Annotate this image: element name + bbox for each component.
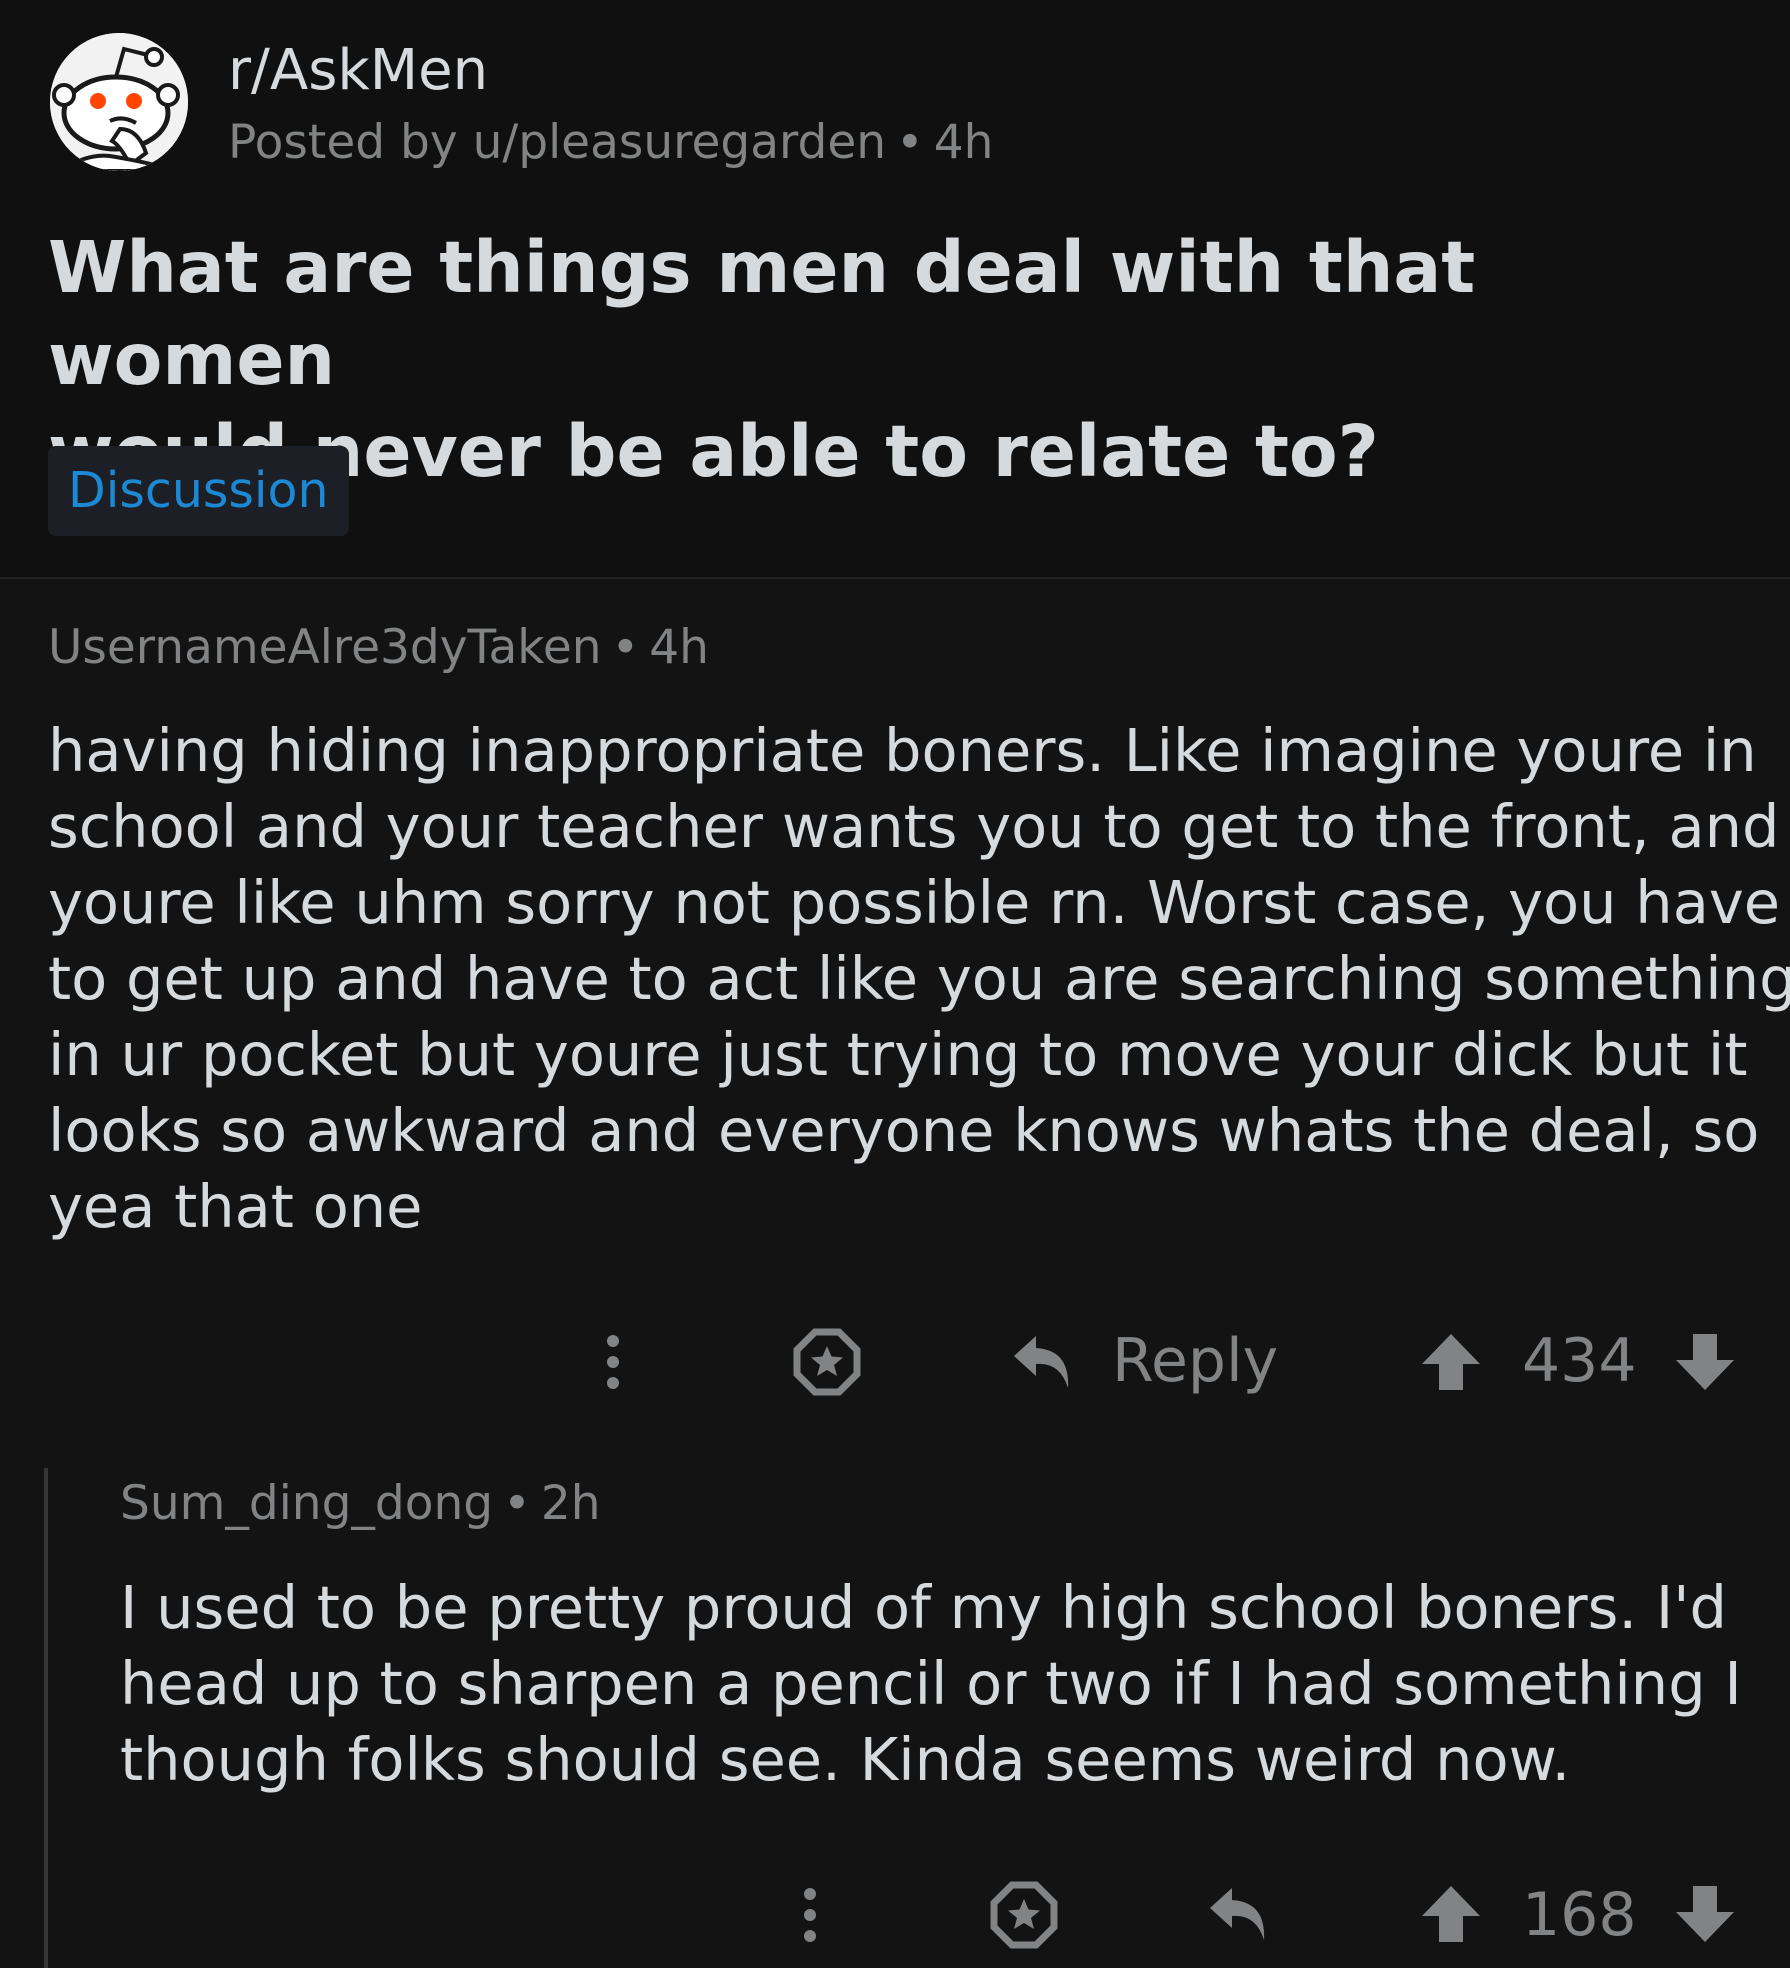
downvote-arrow-icon[interactable] bbox=[1674, 1332, 1736, 1392]
thread-collapse-line[interactable] bbox=[44, 1468, 48, 1968]
upvote-arrow-icon[interactable] bbox=[1420, 1884, 1482, 1944]
more-options-icon[interactable] bbox=[797, 1886, 823, 1944]
meta-separator: • bbox=[611, 620, 640, 675]
subreddit-name[interactable]: r/AskMen bbox=[228, 36, 488, 106]
post-flair[interactable]: Discussion bbox=[48, 446, 349, 536]
vote-count: 434 bbox=[1522, 1326, 1637, 1396]
comment-meta: Sum_ding_dong • 2h bbox=[120, 1474, 601, 1534]
comment-body: having hiding inappropriate boners. Like… bbox=[48, 713, 1790, 1245]
comment-line: looks so awkward and everyone knows what… bbox=[48, 1096, 1760, 1165]
comment-body: I used to be pretty proud of my high sch… bbox=[120, 1570, 1742, 1798]
meta-separator: • bbox=[503, 1476, 531, 1531]
comment-age: 4h bbox=[649, 620, 709, 675]
comment-line: in ur pocket but youre just trying to mo… bbox=[48, 1020, 1748, 1089]
reddit-snoo-avatar-icon bbox=[50, 33, 188, 171]
reply-arrow-icon[interactable] bbox=[1206, 1884, 1270, 1946]
downvote-arrow-icon[interactable] bbox=[1674, 1884, 1736, 1944]
comment-age: 2h bbox=[540, 1476, 601, 1531]
more-options-icon[interactable] bbox=[600, 1333, 626, 1391]
vote-count: 168 bbox=[1522, 1880, 1637, 1950]
meta-separator: • bbox=[896, 115, 924, 170]
upvote-arrow-icon[interactable] bbox=[1420, 1332, 1482, 1392]
comment-line: to get up and have to act like you are s… bbox=[48, 944, 1790, 1013]
reply-button[interactable]: Reply bbox=[1112, 1326, 1278, 1396]
reply-arrow-icon[interactable] bbox=[1010, 1332, 1074, 1394]
post-header: r/AskMen Posted by u/pleasuregarden • 4h W… bbox=[0, 0, 1790, 577]
comment-line: youre like uhm sorry not possible rn. Wo… bbox=[48, 868, 1781, 937]
subreddit-avatar[interactable] bbox=[50, 33, 188, 171]
comment-author[interactable]: Sum_ding_dong bbox=[120, 1476, 493, 1531]
comment-line: though folks should see. Kinda seems wei… bbox=[120, 1725, 1571, 1794]
comment-line: school and your teacher wants you to get… bbox=[48, 792, 1780, 861]
comment-line: head up to sharpen a pencil or two if I … bbox=[120, 1649, 1742, 1718]
posted-by-prefix: Posted by bbox=[228, 115, 458, 170]
comment-line: yea that one bbox=[48, 1172, 423, 1241]
award-icon[interactable] bbox=[793, 1328, 861, 1396]
post-age: 4h bbox=[933, 115, 994, 170]
post-author[interactable]: u/pleasuregarden bbox=[473, 115, 886, 170]
comment-author[interactable]: UsernameAlre3dyTaken bbox=[48, 620, 602, 675]
divider bbox=[0, 577, 1790, 579]
post-meta: Posted by u/pleasuregarden • 4h bbox=[228, 108, 993, 178]
post-title-line: What are things men deal with that women bbox=[48, 226, 1476, 401]
comment-meta: UsernameAlre3dyTaken • 4h bbox=[48, 618, 709, 678]
comment-line: having hiding inappropriate boners. Like… bbox=[48, 716, 1757, 785]
award-icon[interactable] bbox=[990, 1881, 1058, 1949]
comment-line: I used to be pretty proud of my high sch… bbox=[120, 1573, 1727, 1642]
